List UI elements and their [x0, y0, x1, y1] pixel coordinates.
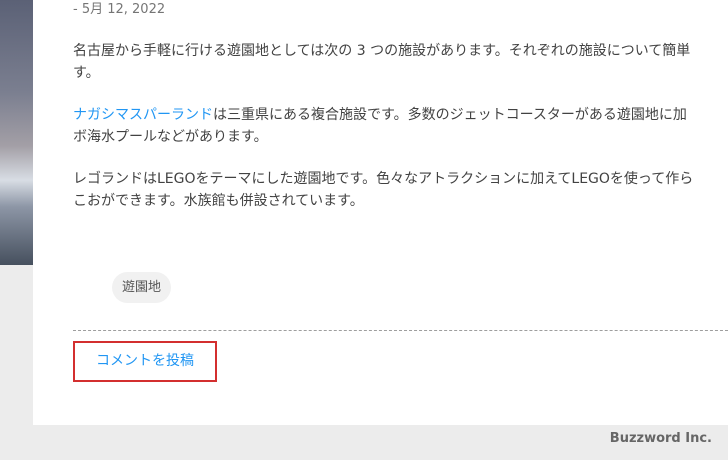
paragraph-legoland-line1: レゴランドはLEGOをテーマにした遊園地です。色々なアトラクションに加えてLEG… [73, 171, 694, 187]
post-comment-button[interactable]: コメントを投稿 [73, 341, 217, 382]
paragraph-intro-line1: 名古屋から手軽に行ける遊園地としては次の 3 つの施設があります。それぞれの施設… [73, 43, 691, 59]
paragraph-legoland: レゴランドはLEGOをテーマにした遊園地です。色々なアトラクションに加えてLEG… [73, 168, 728, 212]
nagashima-spaland-link[interactable]: ナガシマスパーランド [73, 107, 213, 123]
divider [73, 330, 728, 331]
header-background-image [0, 0, 33, 265]
post-date: - 5月 12, 2022 [73, 2, 166, 17]
footer-brand: Buzzword Inc. [609, 431, 712, 446]
paragraph-legoland-line2: こおができます。水族館も併設されています。 [73, 193, 364, 209]
paragraph-nagashima-line2: ボ海水プールなどがあります。 [73, 129, 268, 145]
paragraph-nagashima: ナガシマスパーランドは三重県にある複合施設です。多数のジェットコースターがある遊… [73, 104, 728, 148]
paragraph-nagashima-line1: は三重県にある複合施設です。多数のジェットコースターがある遊園地に加 [213, 107, 687, 123]
post-card: - 5月 12, 2022 名古屋から手軽に行ける遊園地としては次の 3 つの施… [33, 0, 728, 425]
paragraph-intro-line2: す。 [73, 65, 100, 81]
label-tag[interactable]: 遊園地 [112, 272, 172, 303]
paragraph-intro: 名古屋から手軽に行ける遊園地としては次の 3 つの施設があります。それぞれの施設… [73, 40, 728, 84]
